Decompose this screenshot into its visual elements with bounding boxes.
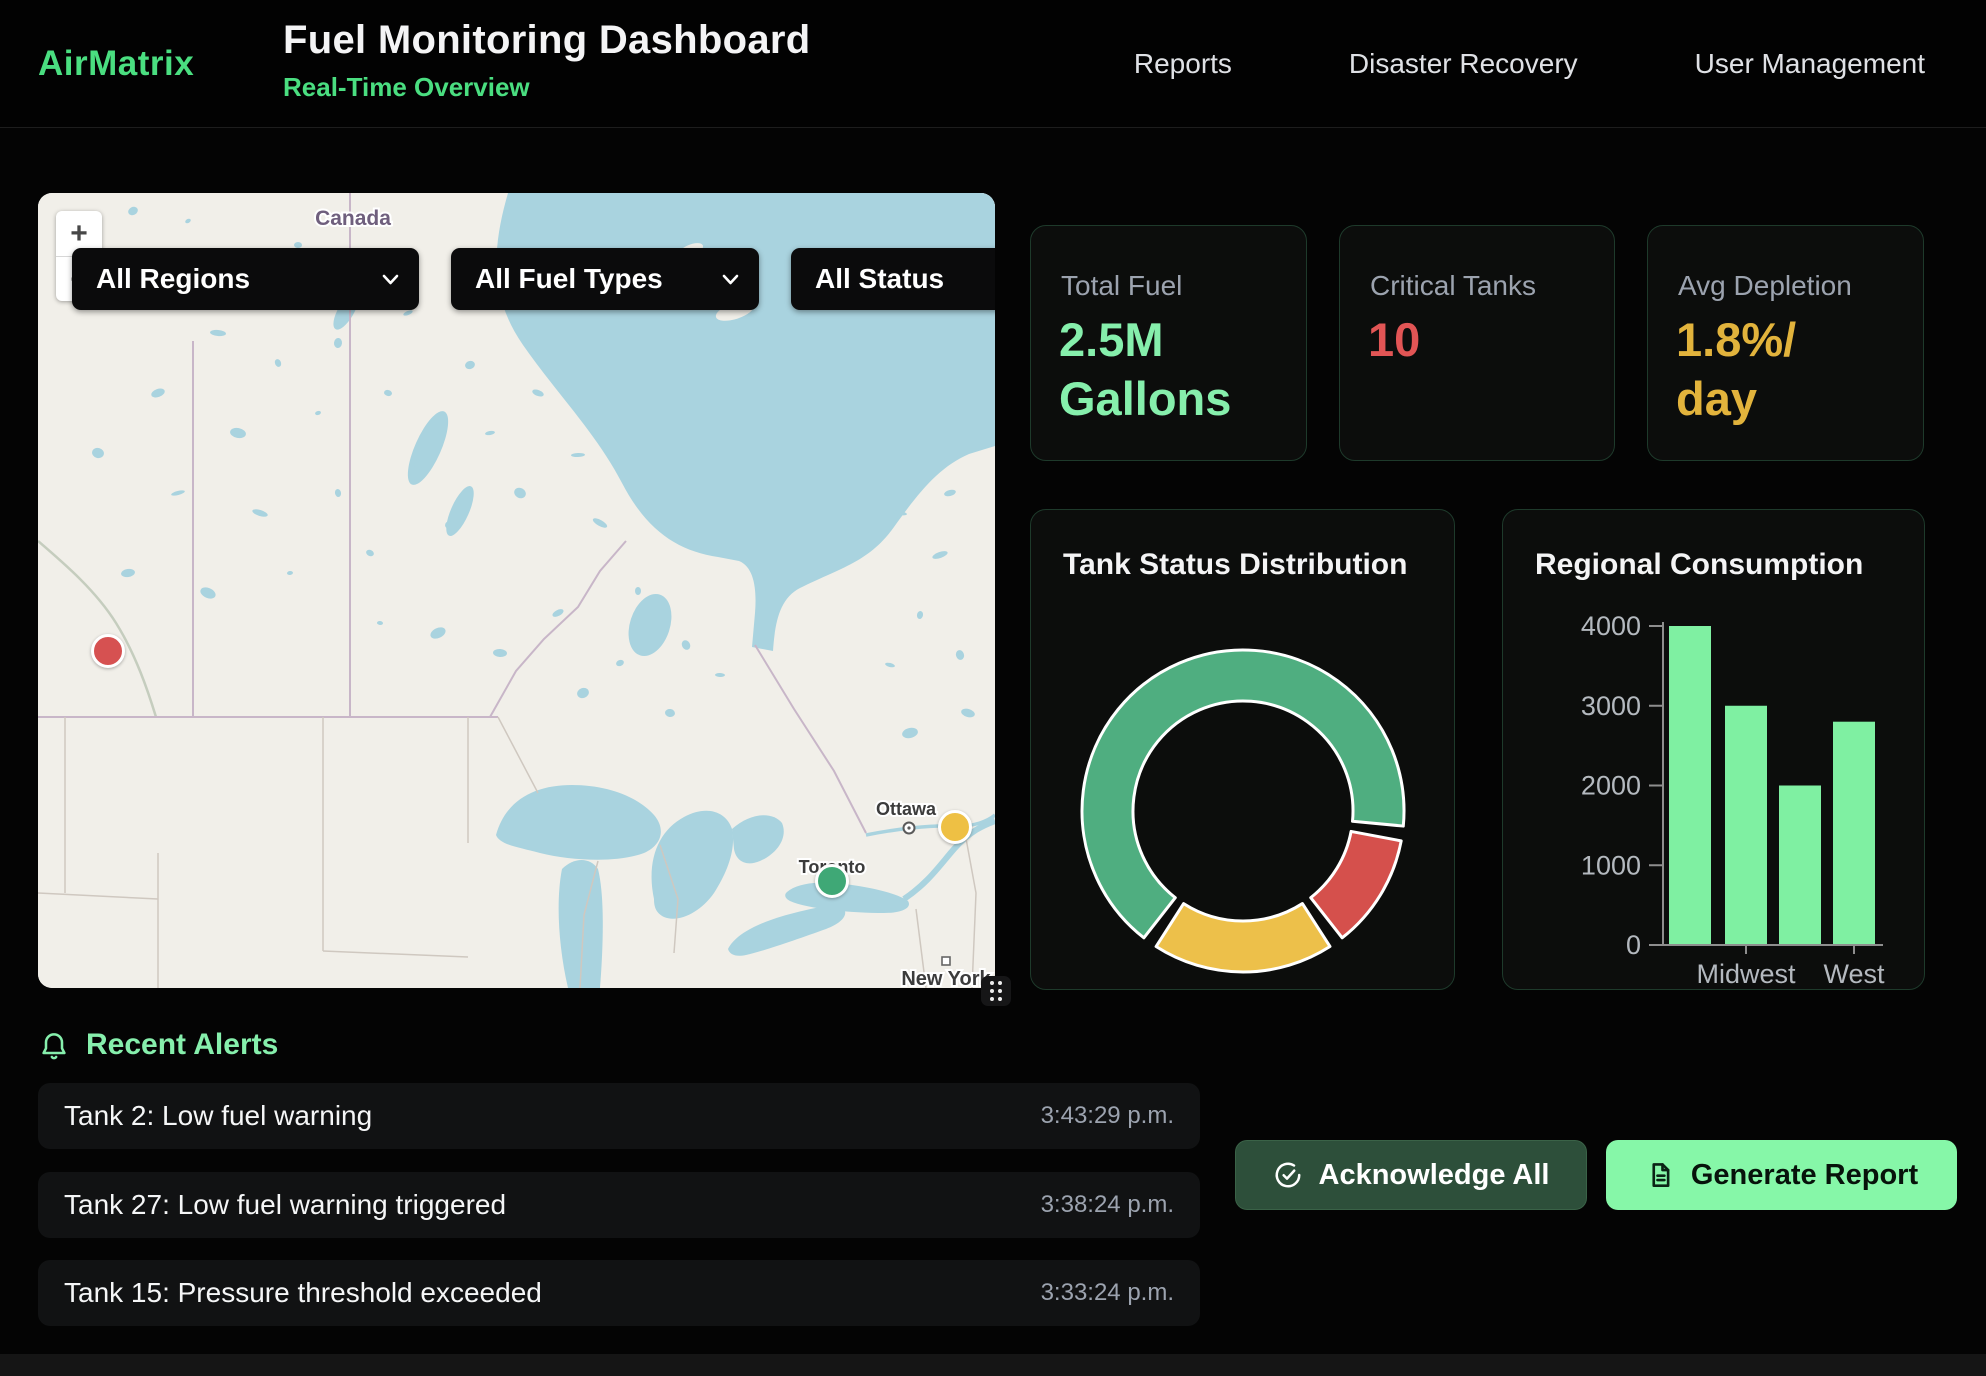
page-title: Fuel Monitoring Dashboard	[283, 18, 810, 63]
chevron-down-icon	[722, 274, 739, 285]
bell-icon	[38, 1029, 70, 1061]
stat-card-avg-depletion: Avg Depletion 1.8%/ day	[1647, 225, 1924, 461]
alert-time: 3:33:24 p.m.	[1041, 1279, 1174, 1307]
svg-text:0: 0	[1626, 930, 1641, 960]
status-filter-value: All Status	[815, 263, 944, 295]
map-marker-warning[interactable]	[938, 810, 972, 844]
svg-text:Midwest: Midwest	[1696, 959, 1796, 989]
acknowledge-all-label: Acknowledge All	[1319, 1159, 1550, 1192]
header-titles: Fuel Monitoring Dashboard Real-Time Over…	[283, 18, 810, 103]
region-filter-select[interactable]: All Regions	[72, 248, 419, 310]
alert-time: 3:38:24 p.m.	[1041, 1191, 1174, 1219]
fuel-type-filter-select[interactable]: All Fuel Types	[451, 248, 759, 310]
alert-row: Tank 27: Low fuel warning triggered 3:38…	[38, 1172, 1200, 1238]
map-attribution-grip-icon[interactable]	[981, 976, 1011, 1006]
brand-logo: AirMatrix	[38, 0, 194, 127]
document-icon	[1645, 1160, 1675, 1190]
nav-item-reports[interactable]: Reports	[1134, 48, 1232, 80]
status-filter-select[interactable]: All Status	[791, 248, 995, 310]
region-filter-value: All Regions	[96, 263, 250, 295]
map-label-new-york: New York	[901, 968, 991, 988]
stat-value-avg-depletion: 1.8%/ day	[1676, 310, 1886, 428]
recent-alerts-header: Recent Alerts	[38, 1028, 278, 1062]
svg-text:3000: 3000	[1581, 691, 1641, 721]
recent-alerts-title: Recent Alerts	[86, 1028, 278, 1062]
svg-text:2000: 2000	[1581, 771, 1641, 801]
map-label-canada: Canada	[315, 207, 391, 230]
fuel-type-filter-value: All Fuel Types	[475, 263, 663, 295]
map-canvas[interactable]: Canada Ottawa Toronto New York	[38, 193, 995, 988]
nav-item-disaster-recovery[interactable]: Disaster Recovery	[1349, 48, 1578, 80]
nav-item-user-management[interactable]: User Management	[1695, 48, 1925, 80]
generate-report-label: Generate Report	[1691, 1159, 1918, 1192]
svg-text:1000: 1000	[1581, 850, 1641, 880]
svg-text:4000: 4000	[1581, 611, 1641, 641]
footer-strip	[0, 1354, 1986, 1376]
acknowledge-all-button[interactable]: Acknowledge All	[1235, 1140, 1587, 1210]
map-label-ottawa: Ottawa	[876, 799, 937, 819]
generate-report-button[interactable]: Generate Report	[1606, 1140, 1957, 1210]
tank-status-donut-chart	[1031, 510, 1454, 989]
map-marker-critical[interactable]	[91, 634, 125, 668]
stat-label: Critical Tanks	[1370, 270, 1536, 302]
alert-text: Tank 2: Low fuel warning	[64, 1100, 372, 1132]
map-town-ottawa-dot	[907, 826, 910, 829]
map-marker-normal[interactable]	[815, 864, 849, 898]
chevron-down-icon	[382, 274, 399, 285]
tank-status-card: Tank Status Distribution	[1030, 509, 1455, 990]
app-header: AirMatrix Fuel Monitoring Dashboard Real…	[0, 0, 1986, 128]
top-nav: Reports Disaster Recovery User Managemen…	[1134, 0, 1925, 127]
alert-row: Tank 2: Low fuel warning 3:43:29 p.m.	[38, 1083, 1200, 1149]
alert-text: Tank 15: Pressure threshold exceeded	[64, 1277, 542, 1309]
stat-label: Avg Depletion	[1678, 270, 1852, 302]
svg-text:West: West	[1823, 959, 1885, 989]
alert-time: 3:43:29 p.m.	[1041, 1102, 1174, 1130]
stat-card-critical-tanks: Critical Tanks 10	[1339, 225, 1615, 461]
regional-consumption-card: Regional Consumption 01000200030004000Mi…	[1502, 509, 1925, 990]
map-filters: All Regions All Fuel Types All Status	[72, 248, 995, 310]
map-town-newyork-icon	[942, 957, 950, 965]
dashboard-root: AirMatrix Fuel Monitoring Dashboard Real…	[0, 0, 1986, 1376]
map-panel: Canada Ottawa Toronto New York + − All R…	[38, 193, 995, 988]
stat-value-critical-tanks: 10	[1368, 310, 1578, 369]
alert-text: Tank 27: Low fuel warning triggered	[64, 1189, 506, 1221]
check-circle-icon	[1273, 1160, 1303, 1190]
alert-row: Tank 15: Pressure threshold exceeded 3:3…	[38, 1260, 1200, 1326]
stat-value-total-fuel: 2.5M Gallons	[1059, 310, 1269, 428]
stat-card-total-fuel: Total Fuel 2.5M Gallons	[1030, 225, 1307, 461]
stat-label: Total Fuel	[1061, 270, 1182, 302]
page-subtitle: Real-Time Overview	[283, 72, 810, 103]
regional-consumption-bar-chart: 0 1000 2000 3000 4000 Midwest West	[1503, 510, 1924, 989]
